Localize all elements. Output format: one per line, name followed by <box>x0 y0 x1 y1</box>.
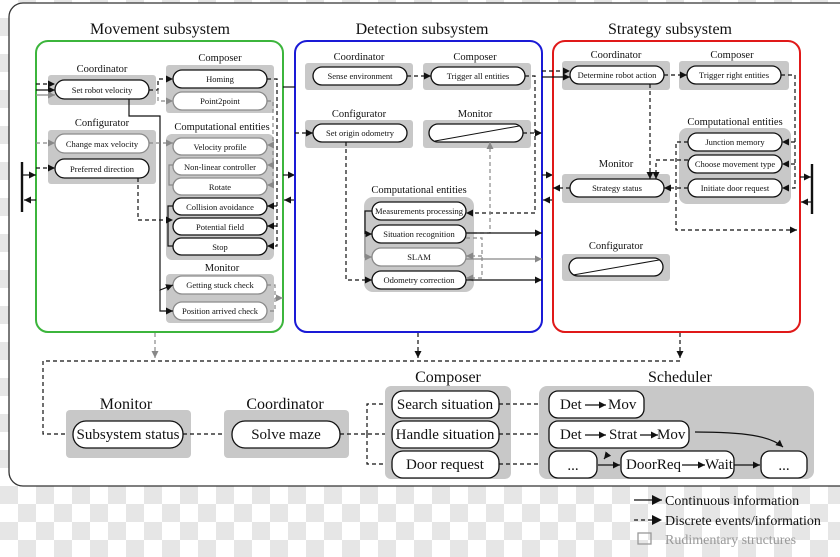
movement-entities-label: Computational entities <box>174 122 269 133</box>
sense-environment-label: Sense environment <box>328 71 394 81</box>
search-situation-label: Search situation <box>397 397 494 413</box>
point2point-label: Point2point <box>200 96 240 106</box>
strategy-status-label: Strategy status <box>592 183 642 193</box>
subsystem-status-label: Subsystem status <box>77 427 180 443</box>
strategy-configurator-label: Configurator <box>589 241 644 252</box>
odometry-correction-label: Odometry correction <box>383 275 455 285</box>
preferred-direction-label: Preferred direction <box>70 164 135 174</box>
slam-label: SLAM <box>407 252 431 262</box>
collision-avoidance-label: Collision avoidance <box>186 202 254 212</box>
scheduler-row3-doorreq: DoorReq <box>626 457 681 473</box>
velocity-profile-label: Velocity profile <box>193 142 246 152</box>
movement-composer-label: Composer <box>198 53 242 64</box>
junction-memory-label: Junction memory <box>705 137 765 147</box>
top-composer-label: Composer <box>415 369 481 386</box>
strategy-monitor-label: Monitor <box>599 159 634 170</box>
strategy-coordinator-label: Coordinator <box>591 50 642 61</box>
detection-configurator-label: Configurator <box>332 109 387 120</box>
position-arrived-check-label: Position arrived check <box>182 306 259 316</box>
choose-movement-type-label: Choose movement type <box>695 159 775 169</box>
scheduler-row3-wait: Wait <box>705 457 734 473</box>
strategy-composer-label: Composer <box>710 50 754 61</box>
movement-coordinator-label: Coordinator <box>77 64 128 75</box>
movement-monitor-label: Monitor <box>205 263 240 274</box>
detection-composer-label: Composer <box>453 52 497 63</box>
stop-label: Stop <box>212 242 228 252</box>
set-origin-odometry-label: Set origin odometry <box>326 128 395 138</box>
legend-discrete-label: Discrete events/information <box>665 514 821 529</box>
scheduler-row3-end: ... <box>778 458 789 474</box>
detection-title: Detection subsystem <box>356 21 489 38</box>
movement-configurator-label: Configurator <box>75 118 130 129</box>
non-linear-controller-label: Non-linear controller <box>184 162 256 172</box>
situation-recognition-label: Situation recognition <box>383 229 455 239</box>
scheduler-row3-start: ... <box>567 458 578 474</box>
rotate-label: Rotate <box>209 182 231 192</box>
scheduler-row1-det: Det <box>560 397 582 413</box>
trigger-right-entities-label: Trigger right entities <box>699 70 769 80</box>
legend-rudimentary-icon <box>637 532 652 545</box>
detection-monitor-label: Monitor <box>458 109 493 120</box>
set-robot-velocity-label: Set robot velocity <box>72 85 133 95</box>
measurements-processing-label: Measurements processing <box>375 206 464 216</box>
legend: Continuous information Discrete events/i… <box>634 494 821 548</box>
movement-title: Movement subsystem <box>90 21 231 38</box>
scheduler-label: Scheduler <box>648 369 713 386</box>
legend-rudimentary-label: Rudimentary structures <box>665 533 796 548</box>
detection-coordinator-label: Coordinator <box>334 52 385 63</box>
trigger-all-entities-label: Trigger all entities <box>447 71 509 81</box>
potential-field-label: Potential field <box>196 222 245 232</box>
architecture-diagram: Movement subsystem Coordinator Set robot… <box>8 2 840 548</box>
scheduler-row2-strat: Strat <box>609 427 638 443</box>
solve-maze-label: Solve maze <box>251 427 321 443</box>
determine-robot-action-label: Determine robot action <box>578 70 658 80</box>
initiate-door-request-label: Initiate door request <box>701 183 770 193</box>
scheduler-row1-mov: Mov <box>608 397 637 413</box>
strategy-entities-label: Computational entities <box>687 117 782 128</box>
scheduler-row2-mov: Mov <box>657 427 686 443</box>
getting-stuck-check-label: Getting stuck check <box>186 280 254 290</box>
detection-entities-label: Computational entities <box>371 185 466 196</box>
change-max-velocity-label: Change max velocity <box>66 139 139 149</box>
door-request-label: Door request <box>406 457 485 473</box>
strategy-title: Strategy subsystem <box>608 21 733 38</box>
legend-continuous-label: Continuous information <box>665 494 799 509</box>
handle-situation-label: Handle situation <box>396 427 495 443</box>
scheduler-row2-det: Det <box>560 427 582 443</box>
homing-label: Homing <box>206 74 235 84</box>
